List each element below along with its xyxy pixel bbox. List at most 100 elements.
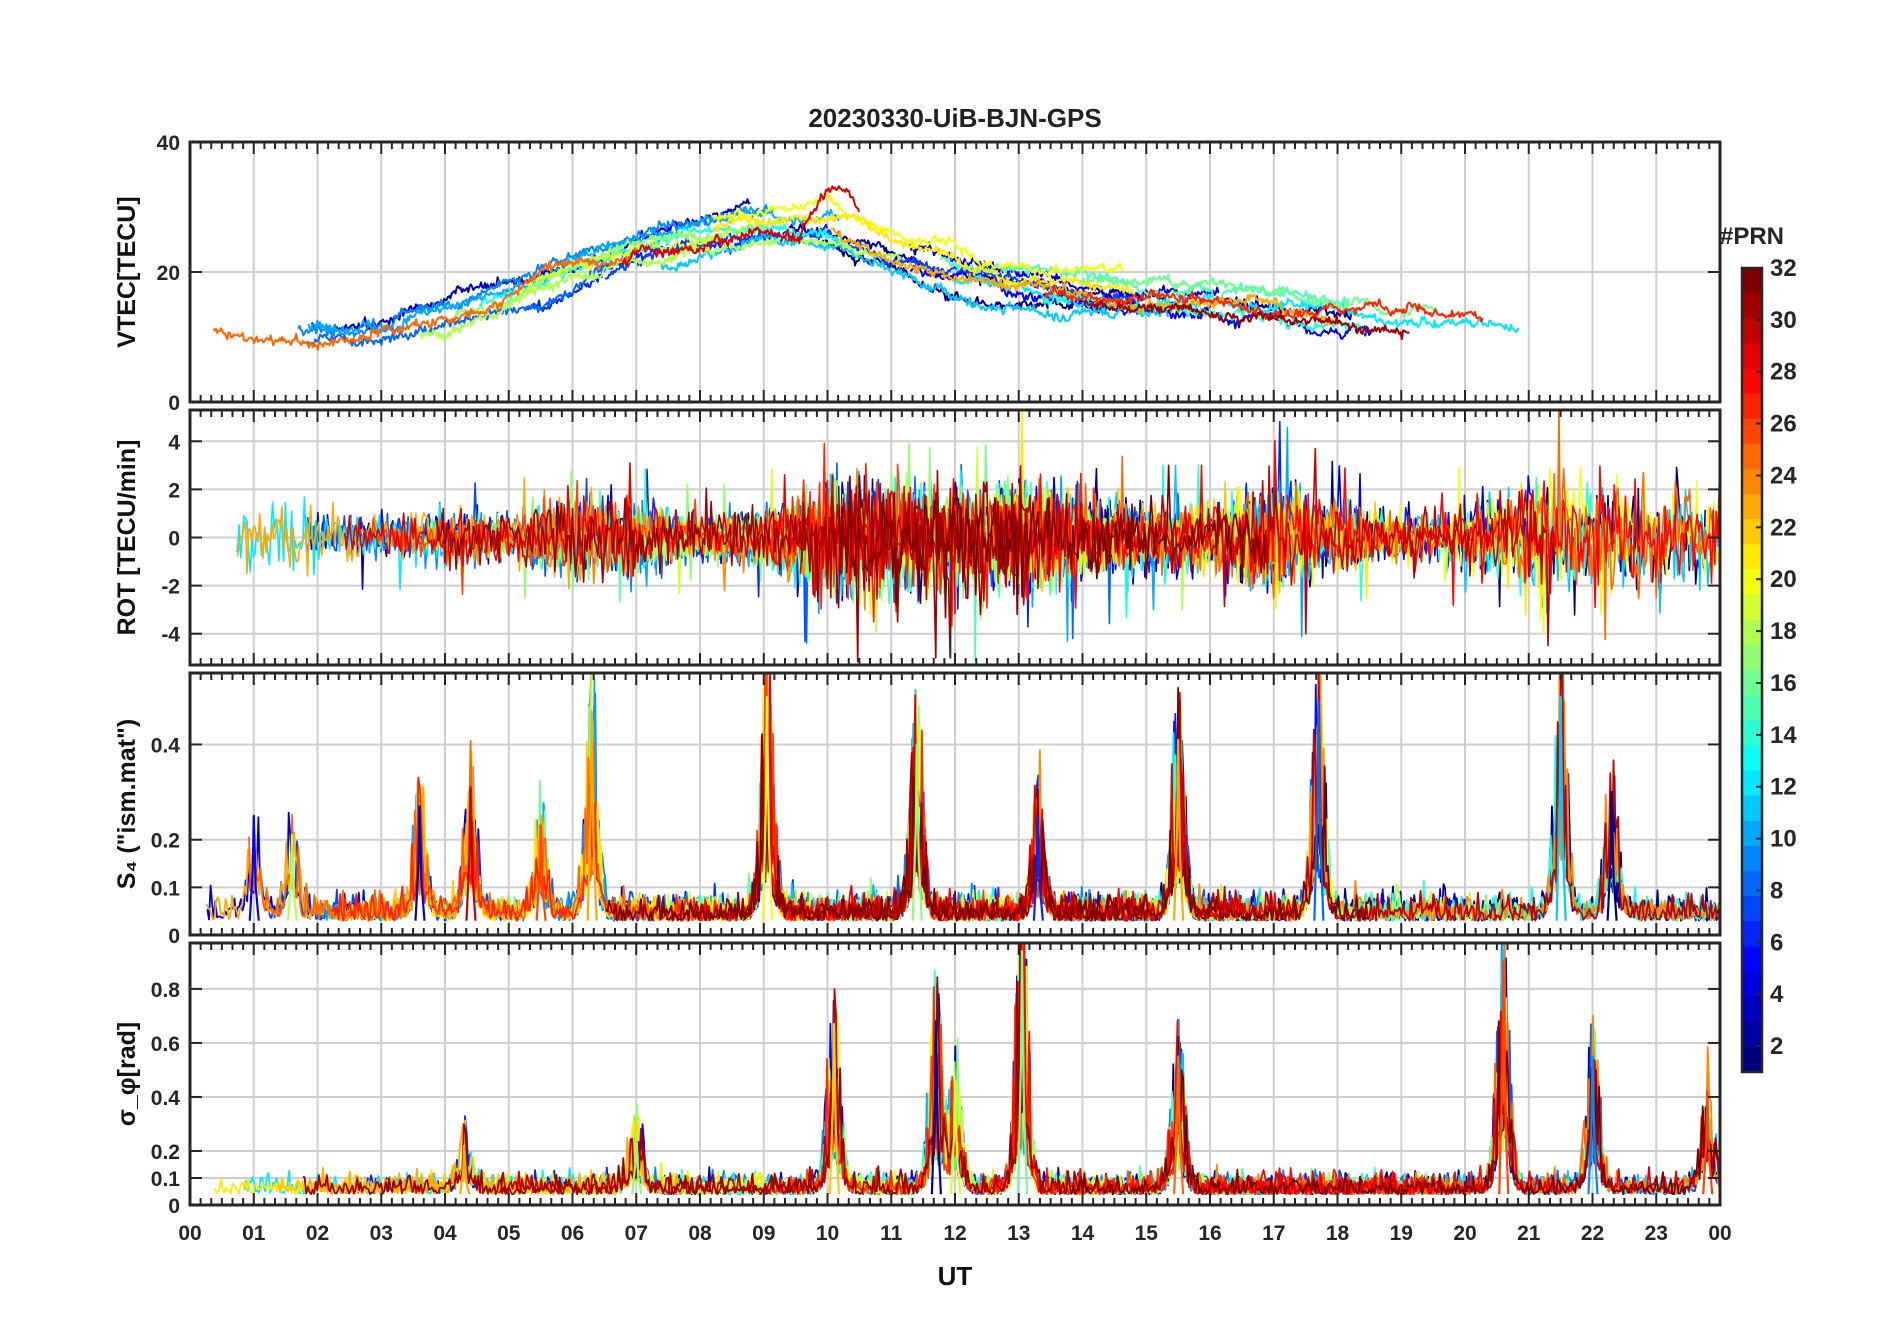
colorbar-tick-label: 6	[1770, 929, 1783, 956]
y-tick-label: 0.1	[151, 877, 181, 900]
colorbar-tick-label: 12	[1770, 774, 1797, 801]
x-tick-label: 19	[1390, 1222, 1413, 1245]
colorbar-segment	[1742, 318, 1762, 344]
x-axis-label: UT	[938, 1261, 973, 1291]
prn-colorbar: #PRN2468101214161820222426283032	[1720, 223, 1797, 1074]
x-tick-label: 18	[1326, 1222, 1350, 1245]
colorbar-tick-label: 8	[1770, 877, 1783, 904]
x-tick-label: 06	[561, 1222, 584, 1245]
x-tick-label: 08	[688, 1222, 712, 1245]
colorbar-segment	[1742, 393, 1762, 420]
x-tick-label: 05	[497, 1222, 521, 1245]
y-tick-label: 0.1	[151, 1168, 181, 1191]
y-axis-label: σ_φ[rad]	[113, 1022, 141, 1126]
x-tick-label: 17	[1262, 1222, 1285, 1245]
x-tick-label: 11	[880, 1222, 903, 1245]
x-tick-label: 23	[1645, 1222, 1668, 1245]
colorbar-segment	[1742, 795, 1762, 822]
x-tick-label: 12	[943, 1222, 966, 1245]
colorbar-segment	[1742, 644, 1762, 671]
y-tick-label: 40	[157, 132, 180, 155]
y-tick-label: 0.2	[151, 830, 180, 853]
colorbar-tick-label: 28	[1770, 359, 1797, 386]
colorbar-segment	[1742, 343, 1762, 370]
y-axis-label: S₄ ("ism.mat")	[113, 719, 141, 889]
colorbar-tick-label: 30	[1770, 307, 1797, 334]
colorbar-tick-label: 14	[1770, 722, 1797, 749]
colorbar-segment	[1742, 268, 1762, 294]
colorbar-segment	[1742, 871, 1762, 897]
panel-4: 0 0.1 0.2 0.4 0.6 0.8 σ_φ[rad]	[113, 941, 1722, 1218]
colorbar-segment	[1742, 1046, 1762, 1073]
x-tick-label: 04	[433, 1222, 457, 1245]
colorbar-segment	[1742, 820, 1762, 847]
x-tick-label: 13	[1007, 1222, 1030, 1245]
colorbar-segment	[1742, 845, 1762, 872]
colorbar-tick-label: 2	[1770, 1033, 1783, 1060]
y-tick-label: 0.6	[151, 1033, 180, 1056]
colorbar-tick-label: 26	[1770, 411, 1797, 438]
colorbar-tick-label: 24	[1770, 462, 1797, 489]
y-tick-label: 4	[168, 431, 180, 454]
colorbar-segment	[1742, 519, 1762, 545]
colorbar-tick-label: 22	[1770, 514, 1797, 541]
x-tick-label: 14	[1071, 1222, 1095, 1245]
panel-1: 0 20 40 VTEC[TECU]	[113, 132, 1722, 415]
colorbar-segment	[1742, 745, 1762, 772]
panel-2: -4 -2 0 2 4 ROT [TECU/min]	[113, 408, 1722, 667]
colorbar-segment	[1742, 996, 1762, 1023]
colorbar-segment	[1742, 946, 1762, 973]
colorbar-segment	[1742, 770, 1762, 797]
y-tick-label: 0	[168, 528, 180, 551]
x-tick-label: 16	[1198, 1222, 1221, 1245]
colorbar-tick-label: 4	[1770, 981, 1784, 1008]
figure-title: 20230330-UiB-BJN-GPS	[808, 103, 1101, 133]
colorbar-segment	[1742, 695, 1762, 721]
colorbar-tick-label: 32	[1770, 255, 1797, 282]
colorbar-segment	[1742, 443, 1762, 470]
colorbar-segment	[1742, 594, 1762, 621]
y-tick-label: -2	[161, 576, 180, 599]
colorbar-segment	[1742, 720, 1762, 746]
colorbar-tick-label: 18	[1770, 618, 1797, 645]
y-tick-label: 0	[168, 392, 180, 415]
panel-3: 0 0.1 0.2 0.4 S₄ ("ism.mat")	[113, 671, 1722, 948]
x-tick-label: 22	[1581, 1222, 1604, 1245]
x-tick-label: 10	[816, 1222, 839, 1245]
x-tick-label: 02	[306, 1222, 329, 1245]
colorbar-tick-label: 20	[1770, 566, 1797, 593]
x-tick-label: 21	[1517, 1222, 1541, 1245]
colorbar-tick-label: 16	[1770, 670, 1797, 697]
colorbar-tick-label: 10	[1770, 826, 1797, 853]
colorbar-segment	[1742, 544, 1762, 571]
ionospheric-figure: 20230330-UiB-BJN-GPS 02040VTEC[TECU]-4-2…	[113, 103, 1797, 1291]
y-tick-label: 2	[168, 479, 180, 502]
y-tick-label: -4	[161, 624, 180, 647]
y-tick-label: 0.4	[151, 734, 181, 757]
y-axis-label: VTEC[TECU]	[113, 196, 141, 347]
y-tick-label: 0.2	[151, 1141, 180, 1164]
colorbar-segment	[1742, 569, 1762, 596]
colorbar-segment	[1742, 418, 1762, 445]
x-tick-label: 20	[1453, 1222, 1476, 1245]
colorbar-title: #PRN	[1720, 223, 1784, 250]
x-tick-label: 09	[752, 1222, 775, 1245]
y-tick-label: 0	[168, 1195, 180, 1218]
x-tick-label: 03	[370, 1222, 393, 1245]
y-tick-label: 20	[157, 262, 180, 285]
colorbar-segment	[1742, 896, 1762, 922]
colorbar-segment	[1742, 619, 1762, 646]
x-tick-labels: 00 01 02 03 04 05 06 07 08 09 10 11 12 13 14 15 16 17 18 19…	[178, 1222, 1731, 1245]
colorbar-segment	[1742, 494, 1762, 520]
y-tick-label: 0.8	[151, 979, 181, 1002]
x-tick-label: 15	[1135, 1222, 1159, 1245]
y-tick-label: 0	[168, 925, 180, 948]
colorbar-segment	[1742, 469, 1762, 495]
x-tick-label: 01	[242, 1222, 266, 1245]
x-tick-label: 00	[1708, 1222, 1731, 1245]
colorbar-segment	[1742, 1021, 1762, 1048]
x-tick-label: 07	[625, 1222, 648, 1245]
x-tick-label: 00	[178, 1222, 201, 1245]
y-axis-label: ROT [TECU/min]	[113, 440, 141, 636]
colorbar-segment	[1742, 293, 1762, 319]
